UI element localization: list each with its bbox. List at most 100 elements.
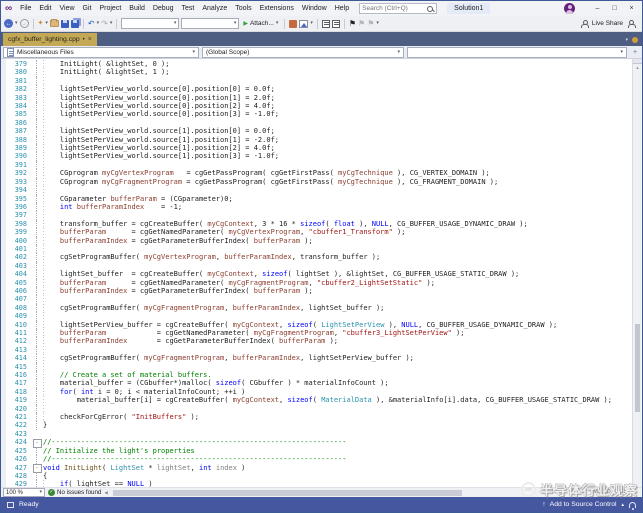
code-line[interactable]: 428 { (1, 471, 632, 481)
code-line[interactable]: 396 int bufferParamIndex = -1; (1, 202, 632, 212)
scroll-up-icon[interactable]: ▲ (633, 64, 642, 71)
code-line[interactable]: 413 (1, 345, 632, 355)
minimize-button[interactable]: – (589, 2, 606, 15)
code-line[interactable]: 388 lightSetPerView_world.source[1].posi… (1, 135, 632, 145)
menu-edit[interactable]: Edit (35, 3, 55, 14)
chevron-down-icon[interactable]: ▾ (310, 21, 313, 26)
code-line[interactable]: 405 bufferParam = cgGetNamedParameter( m… (1, 278, 632, 288)
code-line[interactable]: 398 transform_buffer = cgCreateBuffer( m… (1, 219, 632, 229)
search-box[interactable] (359, 3, 438, 14)
vertical-scrollbar[interactable]: ▲ (632, 59, 642, 487)
code-line[interactable]: 383 lightSetPerView_world.source[0].posi… (1, 93, 632, 103)
navigate-back-icon[interactable]: ← (4, 19, 13, 28)
active-files-dropdown-icon[interactable]: ▾ (625, 37, 628, 43)
save-all-icon[interactable] (70, 19, 79, 28)
zoom-dropdown[interactable]: 100 % ▾ (3, 488, 45, 497)
undo-dropdown-icon[interactable]: ▾ (97, 21, 100, 26)
tab-cgfx-buffer-lighting[interactable]: cgfx_buffer_lighting.cpp • × (3, 33, 97, 46)
navigate-back-dropdown-icon[interactable]: ▾ (15, 21, 18, 26)
menu-extensions[interactable]: Extensions (256, 3, 298, 14)
code-line[interactable]: 422} (1, 421, 632, 431)
redo-dropdown-icon[interactable]: ▾ (110, 21, 113, 26)
notifications-bell-icon[interactable] (629, 501, 636, 510)
chevron-down-icon[interactable]: ▾ (376, 21, 379, 26)
code-line[interactable]: 387 lightSetPerView_world.source[1].posi… (1, 127, 632, 137)
expand-icon[interactable]: ▲ (621, 502, 625, 507)
scope-dropdown[interactable]: (Global Scope) ▾ (202, 46, 404, 58)
code-line[interactable]: 382 lightSetPerView_world.source[0].posi… (1, 85, 632, 95)
menu-file[interactable]: File (16, 3, 35, 14)
error-list-icon[interactable] (331, 19, 340, 28)
account-avatar[interactable] (564, 3, 575, 14)
code-line[interactable]: 425 // Initialize the light's properties (1, 446, 632, 456)
save-icon[interactable] (60, 19, 69, 28)
fold-collapse-icon[interactable] (31, 464, 43, 474)
split-window-icon[interactable]: + (630, 49, 640, 56)
code-line[interactable]: 386 (1, 118, 632, 128)
menu-tools[interactable]: Tools (231, 3, 255, 14)
code-line[interactable]: 426 //-----------------------------------… (1, 455, 632, 464)
code-line[interactable]: 416 // Create a set of material buffers. (1, 371, 632, 380)
code-line[interactable]: 379 InitLight( &lightSet, 0 ); (1, 60, 632, 69)
code-line[interactable]: 419 material_buffer[i] = cgCreateBuffer(… (1, 396, 632, 406)
scroll-left-icon[interactable]: ◀ (104, 490, 107, 496)
member-dropdown[interactable]: ▾ (407, 46, 627, 58)
solution-configurations-dropdown[interactable]: ▾ (121, 18, 180, 29)
hot-reload-icon[interactable] (289, 19, 298, 28)
tab-close-icon[interactable]: × (88, 36, 92, 43)
code-line[interactable]: 424 //-----------------------------------… (1, 438, 632, 449)
menu-help[interactable]: Help (331, 3, 353, 14)
menu-project[interactable]: Project (95, 3, 125, 14)
code-line[interactable]: 412 bufferParamIndex = cgGetParameterBuf… (1, 337, 632, 347)
code-line[interactable]: 406 bufferParamIndex = cgGetParameterBuf… (1, 286, 632, 296)
menu-window[interactable]: Window (298, 3, 331, 14)
code-line[interactable]: 409 (1, 312, 632, 322)
code-line[interactable]: 401 (1, 244, 632, 254)
feedback-icon[interactable] (626, 19, 636, 28)
live-share-icon[interactable] (580, 19, 590, 28)
find-symbol-results-icon[interactable] (321, 19, 330, 28)
code-line[interactable]: 420 (1, 404, 632, 414)
attach-button[interactable]: ▶ Attach... ▾ (241, 20, 280, 27)
code-line[interactable]: 429 if( lightSet == NULL ) (1, 480, 632, 487)
solution-platforms-dropdown[interactable]: ▾ (181, 18, 240, 29)
code-line[interactable]: 390 lightSetPerView_world.source[1].posi… (1, 152, 632, 162)
code-line[interactable]: 403 (1, 261, 632, 271)
code-line[interactable]: 418 for( int i = 0; i < materialInfoCoun… (1, 387, 632, 397)
code-line[interactable]: 417 material_buffer = (CGbuffer*)malloc(… (1, 379, 632, 389)
code-line[interactable]: 402 cgSetProgramBuffer( myCgVertexProgra… (1, 253, 632, 263)
health-indicator[interactable]: ✓ No issues found (48, 489, 101, 496)
window-options-icon[interactable] (632, 37, 638, 43)
prev-bookmark-icon[interactable]: ⚑ (358, 19, 365, 28)
horizontal-scrollbar-thumb[interactable] (112, 489, 463, 496)
fold-collapse-icon[interactable] (31, 438, 43, 449)
vertical-scrollbar-thumb[interactable] (635, 324, 640, 413)
code-line[interactable]: 389 lightSetPerView_world.source[1].posi… (1, 144, 632, 153)
code-line[interactable]: 395 CGparameter bufferParam = (CGparamet… (1, 194, 632, 204)
open-file-icon[interactable] (49, 19, 59, 27)
menu-analyze[interactable]: Analyze (198, 3, 231, 14)
code-line[interactable]: 400 bufferParamIndex = cgGetParameterBuf… (1, 236, 632, 246)
live-share-label[interactable]: Live Share (592, 20, 623, 27)
menu-build[interactable]: Build (125, 3, 149, 14)
code-line[interactable]: 384 lightSetPerView_world.source[0].posi… (1, 102, 632, 111)
maximize-button[interactable]: □ (606, 2, 623, 15)
code-line[interactable]: 399 bufferParam = cgGetNamedParameter( m… (1, 228, 632, 237)
bookmark-icon[interactable]: ⚑ (349, 19, 356, 28)
code-line[interactable]: 410 lightSetPerView_buffer = cgCreateBuf… (1, 320, 632, 330)
navigate-forward-icon[interactable]: → (19, 19, 29, 28)
code-line[interactable]: 385 lightSetPerView_world.source[0].posi… (1, 110, 632, 120)
menu-git[interactable]: Git (79, 3, 96, 14)
code-line[interactable]: 423 (1, 430, 632, 438)
preview-icon[interactable] (299, 19, 309, 28)
code-line[interactable]: 415 (1, 362, 632, 372)
search-input[interactable] (362, 5, 427, 12)
menu-view[interactable]: View (55, 3, 78, 14)
new-project-icon[interactable]: ✦ (38, 19, 44, 28)
code-line[interactable]: 414 cgSetProgramBuffer( myCgFragmentProg… (1, 354, 632, 364)
code-editor[interactable]: 379 InitLight( &lightSet, 0 ); 380 InitLi… (1, 59, 642, 487)
project-dropdown[interactable]: Miscellaneous Files ▾ (3, 46, 199, 58)
code-line[interactable]: 427 void InitLight( LightSet * lightSet, … (1, 464, 632, 474)
code-line[interactable]: 380 InitLight( &lightSet, 1 ); (1, 68, 632, 78)
code-line[interactable]: 397 (1, 211, 632, 221)
